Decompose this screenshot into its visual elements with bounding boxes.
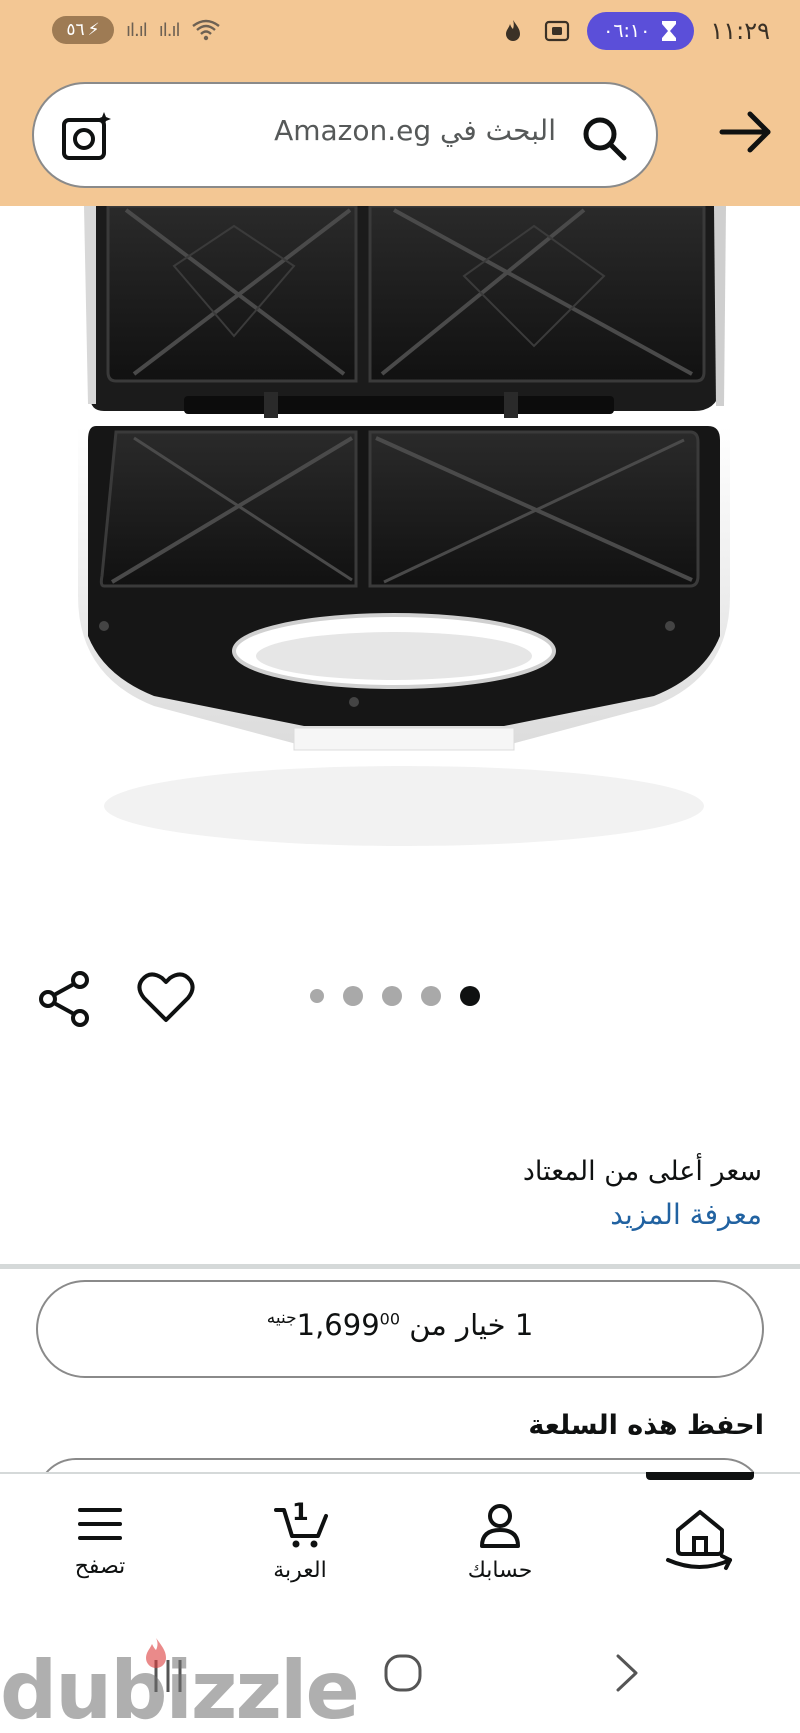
nav-account-label: حسابك — [467, 1558, 533, 1583]
system-home-icon[interactable] — [382, 1652, 424, 1694]
wifi-icon — [192, 19, 221, 41]
clock: ١١:٢٩ — [710, 17, 770, 45]
price-note: سعر أعلى من المعتاد — [522, 1156, 762, 1187]
options-prefix: 1 خيار من — [409, 1308, 534, 1342]
nav-cart[interactable]: 1 العربة — [230, 1498, 370, 1583]
search-icon[interactable] — [580, 114, 628, 162]
home-icon — [666, 1510, 732, 1570]
battery-indicator: ٥٦ ⚡ — [52, 16, 114, 44]
timer-pill: ٠٦:١٠ — [587, 12, 695, 50]
divider — [0, 1264, 800, 1269]
watermark-logo: dubizzle — [0, 1636, 360, 1733]
app-header: ٥٦ ⚡ ıl.ıl ıl.ıl ٠٦:١٠ ١١:٢٩ البحث في Am… — [0, 0, 800, 206]
price: 1,69900 — [297, 1308, 400, 1342]
account-icon — [480, 1504, 520, 1548]
flame-logo-icon — [146, 1638, 166, 1668]
learn-more-link[interactable]: معرفة المزيد — [610, 1198, 762, 1231]
price-whole: 1,699 — [296, 1308, 380, 1342]
hourglass-icon — [662, 21, 677, 41]
carousel-dot[interactable] — [421, 986, 441, 1006]
carousel-dot-active[interactable] — [460, 986, 480, 1006]
forward-arrow-icon[interactable] — [716, 104, 776, 160]
share-icon[interactable] — [36, 970, 94, 1028]
status-left: ٥٦ ⚡ ıl.ıl ıl.ıl — [52, 16, 221, 44]
product-image[interactable] — [64, 206, 744, 896]
signal-icon-2: ıl.ıl — [158, 19, 181, 41]
signal-icon: ıl.ıl — [126, 19, 148, 41]
active-tab-indicator — [646, 1472, 754, 1480]
nav-browse-label: تصفح — [74, 1554, 126, 1579]
nav-browse[interactable]: تصفح — [30, 1502, 170, 1579]
nav-account[interactable]: حسابك — [430, 1502, 570, 1583]
carousel-dot[interactable] — [382, 986, 402, 1006]
bottom-nav: تصفح 1 العربة حسابك — [0, 1472, 800, 1620]
carousel-dot[interactable] — [310, 989, 324, 1003]
camera-search-icon[interactable] — [60, 110, 114, 164]
carousel-dot[interactable] — [343, 986, 363, 1006]
system-back-icon[interactable] — [610, 1652, 644, 1694]
wishlist-heart-icon[interactable] — [136, 968, 196, 1028]
cart-count: 1 — [292, 1498, 309, 1526]
flame-icon — [506, 20, 521, 41]
currency: جنيه — [266, 1308, 297, 1328]
status-right: ٠٦:١٠ ١١:٢٩ — [499, 12, 770, 50]
screen: ٥٦ ⚡ ıl.ıl ıl.ıl ٠٦:١٠ ١١:٢٩ البحث في Am… — [0, 0, 800, 1733]
nav-cart-label: العربة — [273, 1558, 327, 1583]
nav-home[interactable] — [630, 1502, 770, 1574]
search-bar[interactable]: البحث في Amazon.eg — [32, 82, 658, 188]
charging-icon: ⚡ — [87, 20, 100, 40]
carousel-indicator — [310, 986, 480, 1006]
battery-level: ٥٦ — [66, 20, 85, 40]
watermark-text: dubizzle — [0, 1644, 360, 1733]
buying-options-button[interactable]: 1 خيار من 1,69900جنيه — [36, 1280, 764, 1378]
search-input[interactable]: البحث في Amazon.eg — [144, 114, 556, 147]
status-bar: ٥٦ ⚡ ıl.ıl ıl.ıl ٠٦:١٠ ١١:٢٩ — [0, 0, 800, 62]
timer-value: ٠٦:١٠ — [603, 20, 651, 42]
save-item-title: احفظ هذه السلعة — [528, 1410, 764, 1441]
screen-record-icon — [545, 20, 570, 42]
menu-icon — [78, 1508, 122, 1540]
price-fraction: 00 — [379, 1309, 401, 1329]
buying-options-text: 1 خيار من 1,69900جنيه — [38, 1308, 762, 1342]
